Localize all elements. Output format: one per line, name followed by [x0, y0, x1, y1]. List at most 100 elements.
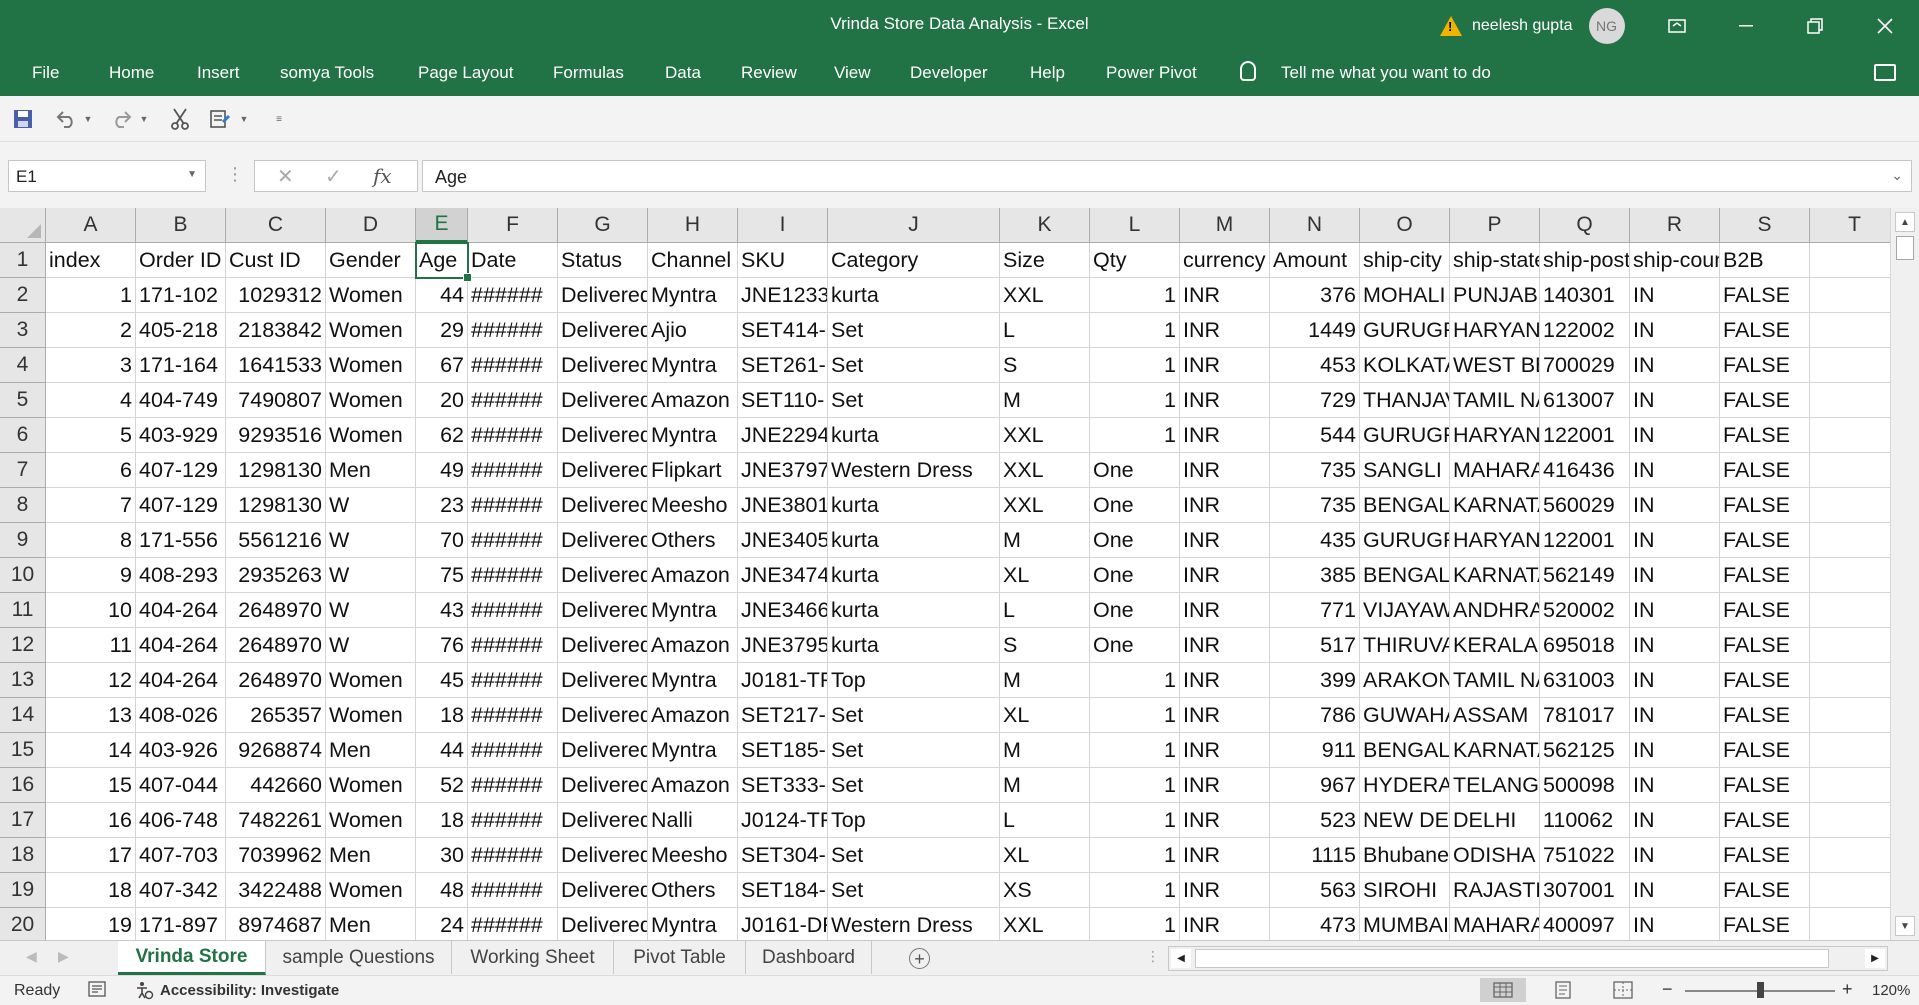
cell-l10[interactable]: One — [1090, 558, 1180, 593]
cell-f9[interactable]: ###### — [468, 523, 558, 558]
cell-n1[interactable]: Amount — [1270, 243, 1360, 278]
cell-i7[interactable]: JNE3797 — [738, 453, 828, 488]
cell-g14[interactable]: Delivered — [558, 698, 648, 733]
sheet-tab-vrinda-store[interactable]: Vrinda Store — [118, 941, 266, 975]
cell-t18[interactable] — [1810, 838, 1890, 873]
cell-b18[interactable]: 407-703 — [136, 838, 226, 873]
cell-l2[interactable]: 1 — [1090, 278, 1180, 313]
cell-g7[interactable]: Delivered — [558, 453, 648, 488]
cell-a10[interactable]: 9 — [46, 558, 136, 593]
menu-insert[interactable]: Insert — [197, 63, 240, 83]
cell-t15[interactable] — [1810, 733, 1890, 768]
cell-m2[interactable]: INR — [1180, 278, 1270, 313]
cell-h20[interactable]: Myntra — [648, 908, 738, 940]
cell-b5[interactable]: 404-749 — [136, 383, 226, 418]
cell-m6[interactable]: INR — [1180, 418, 1270, 453]
cell-e16[interactable]: 52 — [416, 768, 468, 803]
row-header-10[interactable]: 10 — [0, 558, 46, 593]
cell-k13[interactable]: M — [1000, 663, 1090, 698]
cell-q5[interactable]: 613007 — [1540, 383, 1630, 418]
cell-s3[interactable]: FALSE — [1720, 313, 1810, 348]
cell-k16[interactable]: M — [1000, 768, 1090, 803]
format-dropdown-icon[interactable]: ▼ — [238, 108, 250, 130]
cell-f1[interactable]: Date — [468, 243, 558, 278]
cell-p16[interactable]: TELANGANA — [1450, 768, 1540, 803]
cell-i20[interactable]: J0161-DR — [738, 908, 828, 940]
column-header-m[interactable]: M — [1180, 208, 1270, 243]
cell-j17[interactable]: Top — [828, 803, 1000, 838]
customize-toolbar-icon[interactable]: ≡ — [272, 108, 286, 130]
cell-l16[interactable]: 1 — [1090, 768, 1180, 803]
vertical-scrollbar[interactable]: ▲ ▼ — [1890, 208, 1919, 940]
cell-c11[interactable]: 2648970 — [226, 593, 326, 628]
column-header-q[interactable]: Q — [1540, 208, 1630, 243]
formula-input[interactable]: Age ⌄ — [422, 160, 1912, 192]
cell-i1[interactable]: SKU — [738, 243, 828, 278]
cell-h16[interactable]: Amazon — [648, 768, 738, 803]
cell-l20[interactable]: 1 — [1090, 908, 1180, 940]
cell-b15[interactable]: 403-926 — [136, 733, 226, 768]
cell-c16[interactable]: 442660 — [226, 768, 326, 803]
cell-d10[interactable]: W — [326, 558, 416, 593]
column-header-t[interactable]: T — [1810, 208, 1890, 243]
cell-e17[interactable]: 18 — [416, 803, 468, 838]
cell-s14[interactable]: FALSE — [1720, 698, 1810, 733]
ribbon-display-options-icon[interactable] — [1652, 8, 1702, 44]
cell-c20[interactable]: 8974687 — [226, 908, 326, 940]
cell-s6[interactable]: FALSE — [1720, 418, 1810, 453]
cell-t16[interactable] — [1810, 768, 1890, 803]
vertical-scroll-thumb[interactable] — [1896, 236, 1914, 260]
cell-h18[interactable]: Meesho — [648, 838, 738, 873]
cell-b8[interactable]: 407-129 — [136, 488, 226, 523]
cell-t6[interactable] — [1810, 418, 1890, 453]
cell-k4[interactable]: S — [1000, 348, 1090, 383]
cell-i4[interactable]: SET261- — [738, 348, 828, 383]
cell-e1[interactable]: Age — [416, 243, 468, 278]
normal-view-icon[interactable] — [1480, 978, 1526, 1002]
cell-d6[interactable]: Women — [326, 418, 416, 453]
sheet-tab-sample-questions[interactable]: sample Questions — [266, 941, 452, 974]
cell-k9[interactable]: M — [1000, 523, 1090, 558]
cell-h10[interactable]: Amazon — [648, 558, 738, 593]
row-header-13[interactable]: 13 — [0, 663, 46, 698]
cell-j14[interactable]: Set — [828, 698, 1000, 733]
cell-d20[interactable]: Men — [326, 908, 416, 940]
scroll-right-icon[interactable]: ▶ — [1865, 949, 1885, 968]
cell-e13[interactable]: 45 — [416, 663, 468, 698]
cell-d12[interactable]: W — [326, 628, 416, 663]
cell-q10[interactable]: 562149 — [1540, 558, 1630, 593]
column-header-a[interactable]: A — [46, 208, 136, 243]
cell-h1[interactable]: Channel — [648, 243, 738, 278]
cell-t5[interactable] — [1810, 383, 1890, 418]
cell-q17[interactable]: 110062 — [1540, 803, 1630, 838]
cell-s16[interactable]: FALSE — [1720, 768, 1810, 803]
cell-o18[interactable]: Bhubaneswar — [1360, 838, 1450, 873]
cell-a3[interactable]: 2 — [46, 313, 136, 348]
cell-i16[interactable]: SET333- — [738, 768, 828, 803]
cell-p13[interactable]: TAMIL NADU — [1450, 663, 1540, 698]
column-header-f[interactable]: F — [468, 208, 558, 243]
tell-me-search[interactable]: Tell me what you want to do — [1281, 63, 1491, 83]
undo-dropdown-icon[interactable]: ▼ — [82, 108, 94, 130]
cell-g6[interactable]: Delivered — [558, 418, 648, 453]
cell-a18[interactable]: 17 — [46, 838, 136, 873]
cell-e11[interactable]: 43 — [416, 593, 468, 628]
cell-c6[interactable]: 9293516 — [226, 418, 326, 453]
cell-m20[interactable]: INR — [1180, 908, 1270, 940]
cell-p19[interactable]: RAJASTHAN — [1450, 873, 1540, 908]
cell-o1[interactable]: ship-city — [1360, 243, 1450, 278]
cell-o13[interactable]: ARAKONAM — [1360, 663, 1450, 698]
cell-s11[interactable]: FALSE — [1720, 593, 1810, 628]
cell-l15[interactable]: 1 — [1090, 733, 1180, 768]
cell-q3[interactable]: 122002 — [1540, 313, 1630, 348]
cell-j13[interactable]: Top — [828, 663, 1000, 698]
row-header-8[interactable]: 8 — [0, 488, 46, 523]
cell-i6[interactable]: JNE2294 — [738, 418, 828, 453]
cell-m16[interactable]: INR — [1180, 768, 1270, 803]
cell-c19[interactable]: 3422488 — [226, 873, 326, 908]
insert-function-icon[interactable]: fx — [373, 164, 392, 188]
cell-i15[interactable]: SET185- — [738, 733, 828, 768]
menu-data[interactable]: Data — [665, 63, 701, 83]
cell-k3[interactable]: L — [1000, 313, 1090, 348]
cell-s8[interactable]: FALSE — [1720, 488, 1810, 523]
